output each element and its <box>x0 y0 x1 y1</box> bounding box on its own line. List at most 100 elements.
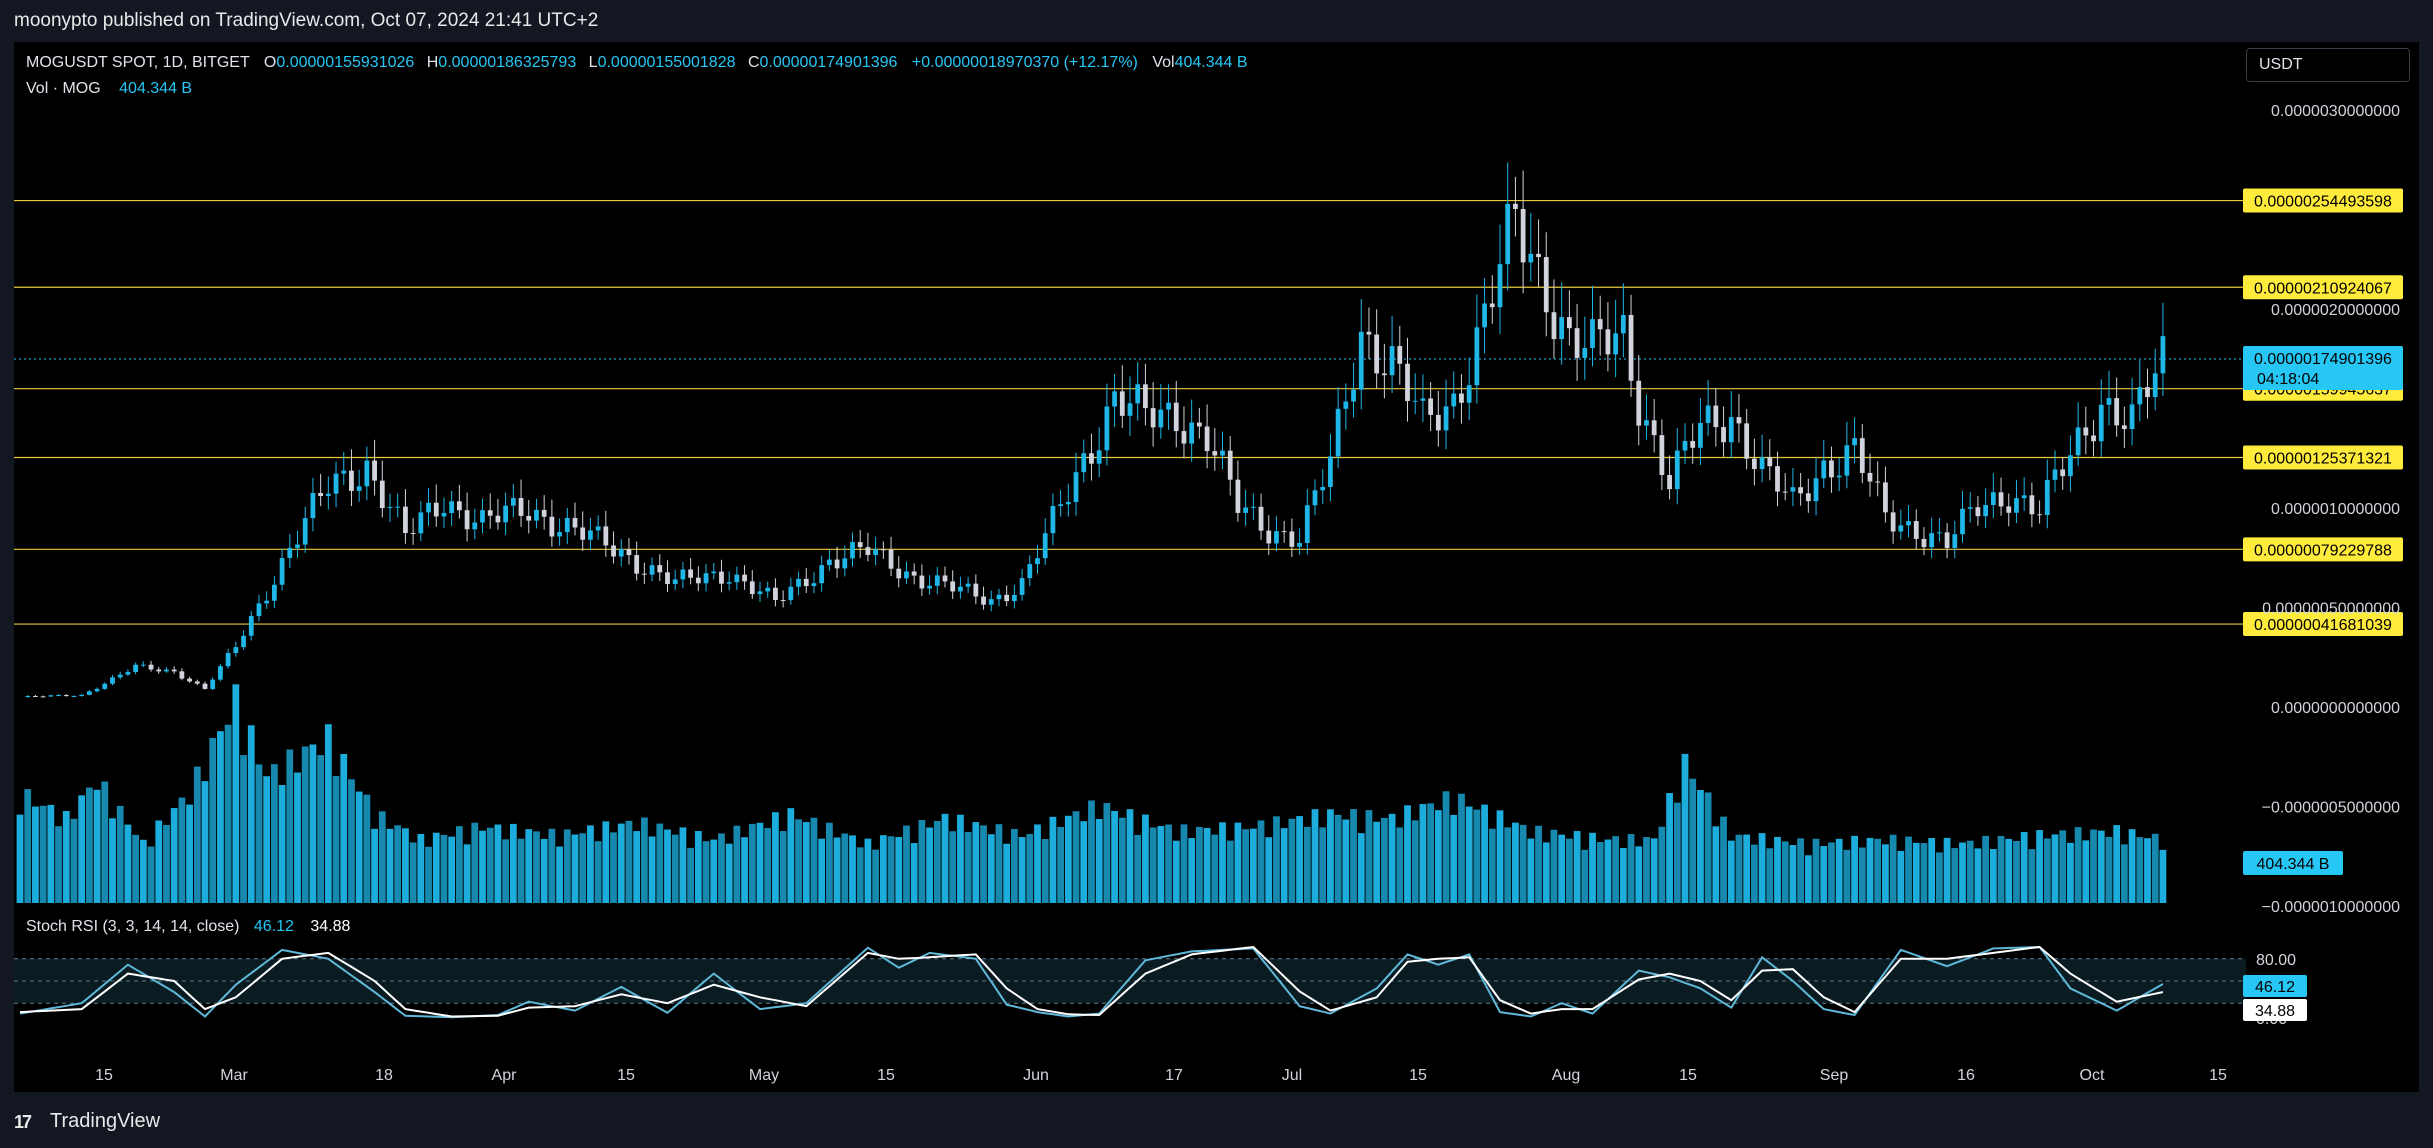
time-tick-label: Sep <box>1820 1067 1849 1084</box>
volume-bar <box>825 822 833 903</box>
candle-body <box>2021 495 2027 499</box>
candle-body <box>1960 508 1965 535</box>
candle-body <box>518 498 524 516</box>
candle-body <box>580 527 586 540</box>
volume-bar <box>1288 818 1296 903</box>
candle-body <box>33 695 38 697</box>
volume-bar <box>455 826 463 903</box>
candle-body <box>1312 490 1318 506</box>
footer: 17 TradingView <box>0 1096 2433 1148</box>
candle-body <box>1027 564 1033 579</box>
stoch-rsi-name[interactable]: Stoch RSI (3, 3, 14, 14, close) <box>26 918 239 935</box>
volume-bar <box>1658 826 1666 903</box>
candle-body <box>2044 479 2050 515</box>
candle-body <box>218 666 223 680</box>
volume-bar <box>910 843 918 903</box>
volume-bar <box>1959 842 1966 903</box>
stoch-k-label: 46.12 <box>2255 979 2295 996</box>
candle-body <box>919 575 925 589</box>
candle-body <box>140 664 146 666</box>
candle-body <box>1667 474 1672 490</box>
volume-bar <box>1242 829 1250 903</box>
volume-bar <box>1573 831 1581 903</box>
volume-bar <box>509 823 517 903</box>
volume-bar <box>818 838 826 903</box>
volume-bar <box>85 787 93 903</box>
time-tick-label: Jul <box>1282 1067 1302 1084</box>
volume-bar <box>1396 827 1404 903</box>
volume-bar <box>163 824 170 903</box>
volume-bar <box>2082 840 2090 903</box>
candle-body <box>981 596 986 605</box>
volume-bar <box>1758 833 1766 903</box>
candle-body <box>611 545 616 557</box>
candle-body <box>1690 441 1696 448</box>
volume-bar <box>587 825 594 903</box>
candle-body <box>1497 264 1503 308</box>
candle-body <box>1929 533 1935 548</box>
volume-bar <box>224 724 232 903</box>
volume-bar <box>2105 836 2113 903</box>
volume-bar <box>1882 844 1889 903</box>
candle-body <box>1489 303 1495 308</box>
price-tick-label: 0.0000000000000 <box>2271 700 2400 717</box>
volume-bar <box>355 791 363 903</box>
chart-canvas[interactable]: 0.00000254493598 0.00000210924067 0.000001… <box>0 0 2433 1148</box>
volume-bar <box>879 835 887 903</box>
tradingview-brand[interactable]: TradingView <box>50 1110 160 1133</box>
candle-body <box>1597 319 1603 330</box>
candle-body <box>1196 422 1202 427</box>
time-tick-label: Apr <box>492 1067 518 1084</box>
candle-body <box>1050 506 1056 534</box>
candle-body <box>2129 404 2135 430</box>
candle-body <box>2152 373 2158 398</box>
currency-button[interactable]: USDT <box>2246 48 2410 82</box>
volume-bar <box>2151 833 2159 903</box>
volume-bar <box>1858 847 1866 903</box>
volume-bar <box>1380 817 1388 903</box>
volume-bar <box>980 825 987 903</box>
volume-bar <box>1935 852 1943 903</box>
volume-bar <box>1010 828 1018 903</box>
volume-legend-name[interactable]: Vol · MOG <box>26 80 101 97</box>
candle-body <box>1744 423 1750 459</box>
candle-body <box>1335 408 1341 457</box>
volume-bar <box>1481 804 1488 903</box>
candle-body <box>1613 333 1619 355</box>
volume-bar <box>1581 849 1589 903</box>
volume-bar <box>1943 837 1951 903</box>
volume-bar <box>772 812 779 903</box>
volume-bar <box>324 724 332 903</box>
candle-body <box>958 586 963 592</box>
volume-bar <box>1165 824 1172 903</box>
candle-body <box>765 587 771 592</box>
candle-body <box>86 691 92 695</box>
candle-body <box>1713 405 1719 428</box>
candle-body <box>1883 482 1888 513</box>
candle-body <box>187 678 192 682</box>
candle-body <box>688 569 694 578</box>
low-label: L <box>588 54 598 71</box>
candle-body <box>1898 525 1904 532</box>
candle-body <box>2014 498 2019 513</box>
volume-bar <box>933 820 941 903</box>
candle-body <box>1243 507 1249 513</box>
volume-bar <box>1804 855 1812 903</box>
volume-bar <box>1195 826 1203 903</box>
volume-bar <box>1697 790 1704 903</box>
candle-body <box>2029 495 2035 515</box>
candle-body <box>433 502 439 517</box>
candle-body <box>1112 391 1117 407</box>
candle-body <box>379 480 385 509</box>
candle-body <box>110 677 115 684</box>
volume-bar <box>1064 815 1072 903</box>
candle-body <box>1505 203 1511 265</box>
candle-body <box>1127 403 1133 416</box>
candle-body <box>911 571 917 576</box>
candle-body <box>148 664 154 670</box>
candle-body <box>1566 317 1572 329</box>
volume-bar <box>2113 825 2121 903</box>
candle-body <box>726 582 732 584</box>
symbol-name[interactable]: MOGUSDT SPOT, 1D, BITGET <box>26 54 249 71</box>
volume-bar <box>1712 826 1720 903</box>
